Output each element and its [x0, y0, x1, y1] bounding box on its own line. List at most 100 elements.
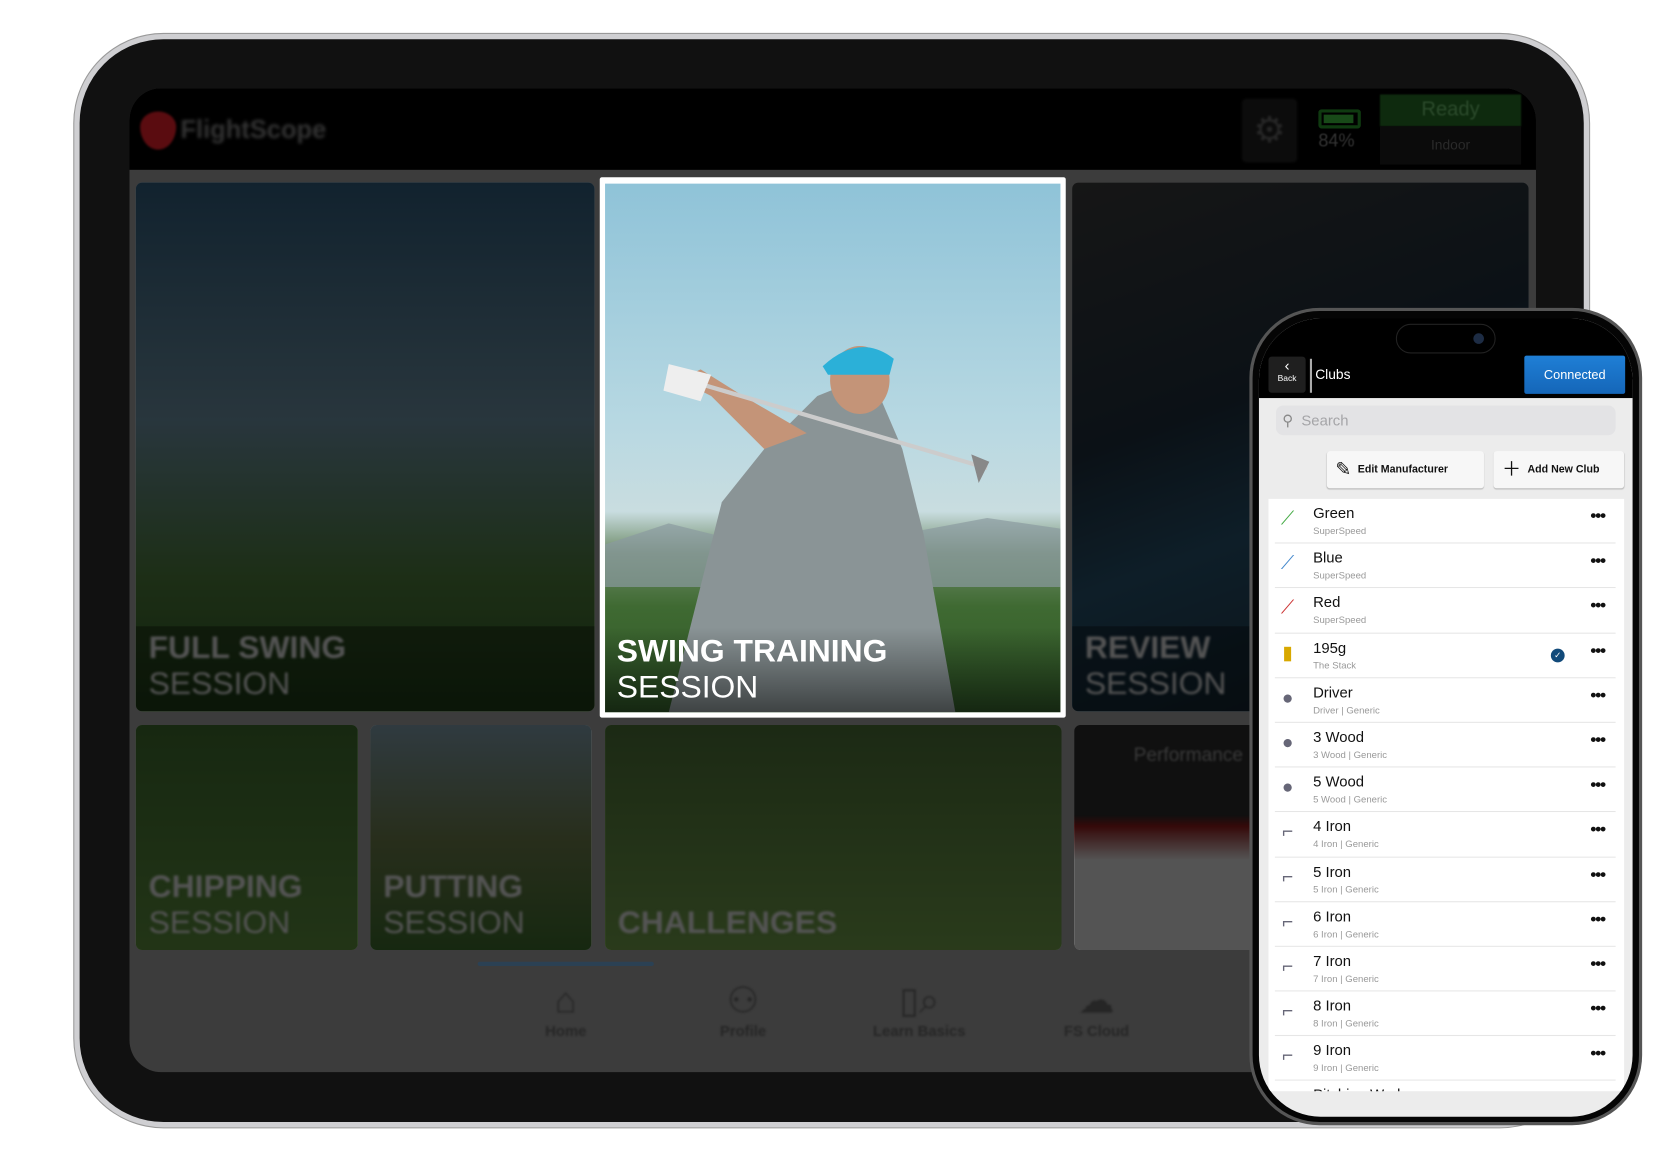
club-detail: 6 Iron | Generic [1313, 928, 1379, 940]
top-bar: FlightScope ⚙ 84% Ready Indoor [129, 88, 1536, 170]
club-detail: 5 Wood | Generic [1313, 794, 1388, 805]
cloud-icon: ☁ [1078, 980, 1115, 1022]
club-row[interactable]: ⌐ 4 Iron 4 Iron | Generic ••• [1274, 812, 1616, 858]
club-icon: ⌐ [1282, 999, 1294, 1022]
club-icon: ⌐ [1282, 820, 1294, 843]
more-options-icon[interactable]: ••• [1590, 507, 1606, 526]
tile-title: SWING TRAINING [616, 633, 888, 669]
phone-header: ‹ Back Clubs Connected [1258, 318, 1633, 399]
more-options-icon[interactable]: ••• [1590, 642, 1606, 661]
club-icon: ● [1281, 686, 1294, 708]
profile-icon: ⚇ [726, 980, 760, 1022]
club-list: ⟋ Green SuperSpeed ••• ⟋ Blue SuperSpeed … [1268, 498, 1625, 1092]
search-placeholder: Search [1301, 411, 1349, 429]
club-icon: ● [1281, 776, 1294, 798]
tile-title: FULL SWING [148, 630, 347, 666]
add-new-club-button[interactable]: ＋ Add New Club [1493, 451, 1625, 489]
club-icon: ⌐ [1279, 1090, 1296, 1092]
club-name: Red [1313, 593, 1341, 611]
nav-label: Profile [719, 1022, 767, 1040]
tile-subtitle: SESSION [148, 666, 291, 702]
search-input[interactable]: ⚲ Search [1275, 405, 1616, 436]
battery-percent: 84% [1318, 130, 1355, 151]
club-name: 5 Wood [1313, 772, 1365, 790]
nav-fs-cloud[interactable]: ☁ FS Cloud [1033, 980, 1160, 1039]
home-icon: ⌂ [554, 980, 577, 1022]
club-row[interactable]: ● 3 Wood 3 Wood | Generic ••• [1274, 723, 1616, 768]
back-label: Back [1277, 373, 1297, 384]
club-detail: SuperSpeed [1313, 570, 1367, 581]
club-detail: 9 Iron | Generic [1313, 1062, 1379, 1074]
club-row[interactable]: ⟋ Red SuperSpeed ••• [1274, 588, 1616, 634]
club-name: 5 Iron [1313, 862, 1352, 880]
connected-button[interactable]: Connected [1524, 355, 1626, 394]
page-title: Clubs [1315, 366, 1351, 383]
club-detail: 8 Iron | Generic [1313, 1018, 1379, 1029]
nav-label: Learn Basics [872, 1022, 966, 1040]
club-row[interactable]: ⌐ 8 Iron 8 Iron | Generic ••• [1274, 992, 1616, 1037]
club-detail: 3 Wood | Generic [1313, 749, 1388, 760]
tile-putting-session[interactable]: PUTTING SESSION [370, 725, 592, 951]
plus-icon: ＋ [1502, 458, 1522, 480]
back-button[interactable]: ‹ Back [1268, 356, 1306, 393]
more-options-icon[interactable]: ••• [1590, 776, 1606, 795]
mode-label[interactable]: Indoor [1379, 126, 1522, 165]
more-options-icon[interactable]: ••• [1590, 1045, 1606, 1064]
camera-icon [1473, 333, 1484, 344]
tile-chipping-session[interactable]: CHIPPING SESSION [135, 725, 358, 951]
tile-challenges[interactable]: CHALLENGES [605, 725, 1062, 951]
more-options-icon[interactable]: ••• [1590, 731, 1606, 750]
club-icon: ⌐ [1282, 1044, 1294, 1067]
club-detail: 7 Iron | Generic [1313, 973, 1379, 984]
more-options-icon[interactable]: ••• [1590, 552, 1606, 571]
tile-full-swing-session[interactable]: FULL SWING SESSION [135, 182, 595, 712]
more-options-icon[interactable]: ••• [1590, 1000, 1606, 1019]
tile-title: CHALLENGES [617, 905, 838, 941]
tile-subtitle: SESSION [383, 905, 525, 941]
tile-swing-training-session[interactable]: SWING TRAINING SESSION [599, 177, 1066, 718]
club-row[interactable]: ⌐ Pitching Wedge [1275, 1081, 1616, 1091]
club-row[interactable]: ⌐ 5 Iron 5 Iron | Generic ••• [1274, 857, 1616, 902]
club-row[interactable]: ⌐ 7 Iron 7 Iron | Generic ••• [1274, 947, 1616, 992]
club-name: 195g [1313, 638, 1347, 656]
club-icon: ⌐ [1282, 910, 1294, 932]
brand-name: FlightScope [180, 115, 327, 145]
nav-home[interactable]: ⌂ Home [502, 980, 629, 1039]
club-icon: ● [1281, 731, 1294, 753]
more-options-icon[interactable]: ••• [1590, 821, 1606, 840]
dynamic-island [1395, 323, 1496, 354]
club-detail: 5 Iron | Generic [1313, 883, 1379, 895]
carousel-scroll-indicator[interactable] [477, 961, 654, 966]
club-row[interactable]: ⟋ Blue SuperSpeed ••• [1274, 544, 1616, 589]
club-name: 8 Iron [1313, 996, 1352, 1014]
golfer-photo: SWING TRAINING SESSION [605, 183, 1061, 713]
more-options-icon[interactable]: ••• [1590, 687, 1606, 706]
more-options-icon[interactable]: ••• [1590, 866, 1606, 885]
gear-icon[interactable]: ⚙ [1241, 98, 1298, 163]
tile-title: PUTTING [383, 869, 523, 905]
club-icon: ⌐ [1282, 955, 1294, 977]
club-row[interactable]: ● 5 Wood 5 Wood | Generic ••• [1274, 768, 1616, 813]
tile-subtitle: SESSION [1084, 666, 1227, 702]
more-options-icon[interactable]: ••• [1590, 910, 1606, 929]
button-label: Edit Manufacturer [1357, 464, 1449, 476]
club-name: Blue [1313, 548, 1343, 566]
nav-learn-basics[interactable]: ▯⌕ Learn Basics [856, 980, 983, 1039]
club-name: 7 Iron [1313, 952, 1352, 970]
edit-manufacturer-button[interactable]: ✎ Edit Manufacturer [1326, 451, 1484, 489]
battery-icon [1318, 109, 1361, 129]
club-row[interactable]: ⟋ Green SuperSpeed ••• [1274, 499, 1616, 544]
status-badge[interactable]: Ready [1379, 94, 1522, 127]
more-options-icon[interactable]: ••• [1590, 955, 1606, 974]
club-row[interactable]: ⌐ 6 Iron 6 Iron | Generic ••• [1274, 902, 1616, 947]
tile-title: REVIEW [1084, 630, 1211, 666]
club-row[interactable]: ▮ 195g The Stack ✓ ••• [1274, 633, 1616, 679]
nav-profile[interactable]: ⚇ Profile [679, 980, 806, 1039]
club-name: 4 Iron [1313, 817, 1352, 835]
club-row[interactable]: ● Driver Driver | Generic ••• [1274, 678, 1616, 723]
club-icon: ▮ [1282, 641, 1293, 663]
divider [1309, 358, 1313, 393]
club-row[interactable]: ⌐ 9 Iron 9 Iron | Generic ••• [1274, 1036, 1616, 1082]
nav-label: FS Cloud [1063, 1022, 1130, 1040]
more-options-icon[interactable]: ••• [1590, 597, 1606, 616]
